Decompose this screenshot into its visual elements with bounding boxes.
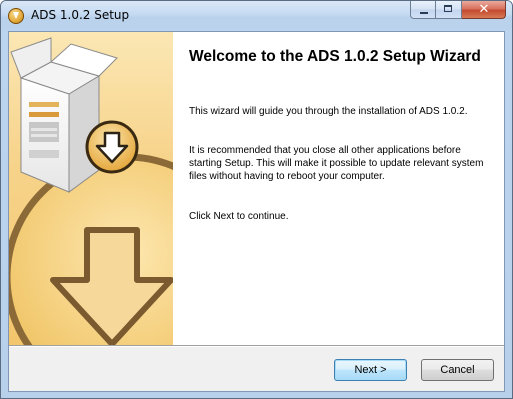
continue-instruction-text: Click Next to continue. [189, 211, 289, 222]
cancel-button[interactable]: Cancel [421, 359, 494, 381]
close-button[interactable]: ✕ [462, 1, 506, 19]
close-icon: ✕ [478, 2, 490, 17]
next-button[interactable]: Next > [334, 359, 407, 381]
welcome-panel: Welcome to the ADS 1.0.2 Setup Wizard Th… [173, 32, 504, 345]
window-title: ADS 1.0.2 Setup [31, 8, 130, 22]
footer-divider [9, 345, 504, 347]
minimize-button[interactable] [410, 1, 436, 19]
minimize-icon [420, 12, 428, 14]
wizard-client-area: Welcome to the ADS 1.0.2 Setup Wizard Th… [8, 31, 505, 392]
installer-icon [8, 8, 24, 24]
wizard-side-banner [9, 32, 173, 345]
intro-text: This wizard will guide you through the i… [189, 106, 468, 117]
setup-window: ADS 1.0.2 Setup ✕ Welcome to the ADS 1.0… [0, 0, 513, 399]
maximize-button[interactable] [436, 1, 462, 19]
maximize-icon [444, 5, 452, 12]
caption-buttons: ✕ [410, 1, 506, 20]
title-bar[interactable]: ADS 1.0.2 Setup ✕ [1, 1, 512, 31]
recommendation-text: It is recommended that you close all oth… [189, 145, 484, 182]
page-title: Welcome to the ADS 1.0.2 Setup Wizard [189, 48, 481, 65]
install-box-illustration [9, 37, 173, 345]
